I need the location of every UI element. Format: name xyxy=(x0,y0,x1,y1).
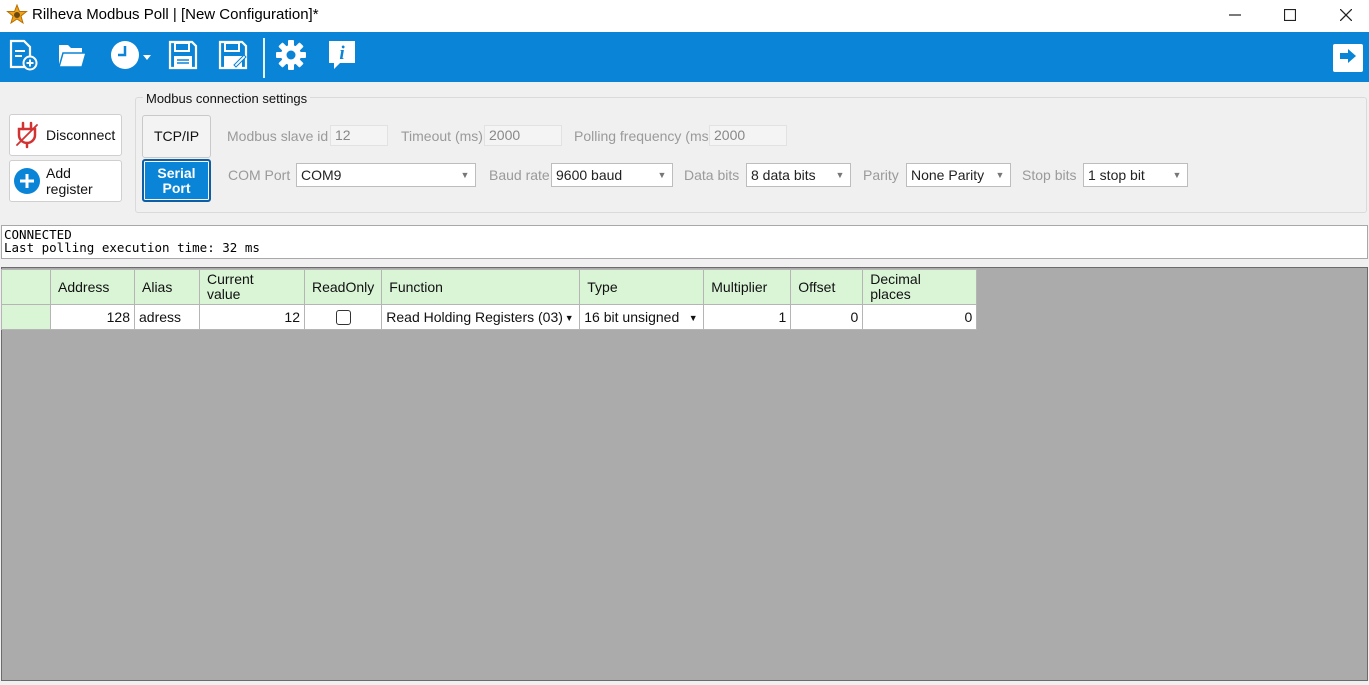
stop-bits-select[interactable]: 1 stop bit ▼ xyxy=(1083,163,1188,187)
timeout-label: Timeout (ms) xyxy=(401,128,483,144)
chevron-down-icon: ▼ xyxy=(835,170,845,180)
svg-text:i: i xyxy=(339,43,345,64)
chevron-down-icon: ▼ xyxy=(1172,170,1182,180)
function-value: Read Holding Registers (03) xyxy=(386,309,563,325)
column-header-offset[interactable]: Offset xyxy=(790,269,864,305)
minimize-button[interactable] xyxy=(1207,0,1263,30)
chevron-down-icon: ▼ xyxy=(657,170,667,180)
save-button[interactable] xyxy=(166,40,200,74)
save-icon xyxy=(168,40,198,75)
clock-icon xyxy=(109,39,141,76)
disconnect-label: Disconnect xyxy=(46,127,116,143)
column-header-address[interactable]: Address xyxy=(50,269,135,305)
data-bits-value: 8 data bits xyxy=(751,167,816,183)
polling-frequency-input[interactable]: 2000 xyxy=(709,125,787,146)
decimal-places-header-line2: places xyxy=(870,286,911,302)
parity-value: None Parity xyxy=(911,167,985,183)
gear-icon xyxy=(275,39,307,76)
stop-bits-label: Stop bits xyxy=(1022,167,1077,183)
table-row[interactable]: 128 adress 12 Read Holding Registers (03… xyxy=(1,304,978,330)
slave-id-label: Modbus slave id xyxy=(227,128,329,144)
connection-settings-group xyxy=(135,97,1367,213)
close-button[interactable] xyxy=(1318,0,1369,30)
polling-history-button[interactable] xyxy=(106,40,154,74)
com-port-value: COM9 xyxy=(301,167,342,183)
column-header-function[interactable]: Function xyxy=(381,269,581,305)
baud-rate-select[interactable]: 9600 baud ▼ xyxy=(551,163,673,187)
open-config-button[interactable] xyxy=(55,40,89,74)
info-button[interactable]: i xyxy=(325,40,359,74)
column-header-current-value[interactable]: Current value xyxy=(199,269,305,305)
column-header-type[interactable]: Type xyxy=(579,269,705,305)
polling-frequency-label: Polling frequency (ms) xyxy=(574,128,714,144)
readonly-checkbox[interactable] xyxy=(335,309,351,325)
disconnect-button[interactable]: Disconnect xyxy=(9,114,122,156)
com-port-label: COM Port xyxy=(228,167,291,183)
parity-label: Parity xyxy=(863,167,899,183)
plus-circle-icon xyxy=(13,167,41,195)
chevron-down-icon[interactable]: ▼ xyxy=(561,310,577,326)
settings-button[interactable] xyxy=(274,39,308,76)
info-icon: i xyxy=(327,39,357,76)
title-bar: Rilheva Modbus Poll | [New Configuration… xyxy=(0,0,1369,32)
column-header-decimal-places[interactable]: Decimal places xyxy=(862,269,978,305)
arrow-right-icon xyxy=(1339,48,1357,68)
serial-port-label-line1: Serial xyxy=(157,164,196,181)
serial-port-button[interactable]: Serial Port xyxy=(142,159,211,202)
tcp-ip-button[interactable]: TCP/IP xyxy=(142,115,211,158)
stop-bits-value: 1 stop bit xyxy=(1088,167,1145,183)
column-header-multiplier[interactable]: Multiplier xyxy=(703,269,792,305)
column-header-readonly[interactable]: ReadOnly xyxy=(303,269,383,305)
column-header-alias[interactable]: Alias xyxy=(134,269,200,305)
connection-settings-title: Modbus connection settings xyxy=(143,91,311,106)
slave-id-input[interactable]: 12 xyxy=(330,125,388,146)
add-register-button[interactable]: Add register xyxy=(9,160,122,202)
multiplier-cell[interactable]: 1 xyxy=(703,304,792,330)
chevron-down-icon[interactable]: ▼ xyxy=(685,310,701,326)
timeout-input[interactable]: 2000 xyxy=(484,125,562,146)
parity-select[interactable]: None Parity ▼ xyxy=(906,163,1011,187)
status-log[interactable]: CONNECTED Last polling execution time: 3… xyxy=(1,225,1368,259)
readonly-cell[interactable] xyxy=(303,304,383,330)
alias-cell[interactable]: adress xyxy=(134,304,200,330)
status-polling-time: Last polling execution time: 32 ms xyxy=(4,240,260,255)
row-header[interactable] xyxy=(1,304,51,330)
chevron-down-icon: ▼ xyxy=(460,170,470,180)
serial-port-label-line2: Port xyxy=(162,179,191,196)
maximize-button[interactable] xyxy=(1262,0,1318,30)
plug-icon xyxy=(13,121,41,149)
type-value: 16 bit unsigned xyxy=(584,309,680,325)
row-header-corner xyxy=(1,269,51,305)
function-cell[interactable]: Read Holding Registers (03) ▼ xyxy=(381,304,581,330)
address-cell[interactable]: 128 xyxy=(50,304,135,330)
offset-cell[interactable]: 0 xyxy=(790,304,864,330)
serial-port-label: Serial Port xyxy=(157,164,196,196)
exit-button[interactable] xyxy=(1333,44,1363,72)
open-folder-icon xyxy=(56,39,88,76)
data-bits-label: Data bits xyxy=(684,167,740,183)
type-cell[interactable]: 16 bit unsigned ▼ xyxy=(579,304,705,330)
dropdown-arrow-icon xyxy=(143,48,151,66)
window-title: Rilheva Modbus Poll | [New Configuration… xyxy=(32,6,319,23)
app-logo-icon xyxy=(6,3,28,26)
baud-rate-value: 9600 baud xyxy=(556,167,623,183)
save-as-button[interactable] xyxy=(216,40,250,74)
save-as-icon xyxy=(218,40,248,75)
chevron-down-icon: ▼ xyxy=(995,170,1005,180)
toolbar-separator xyxy=(263,38,265,78)
new-config-button[interactable] xyxy=(5,39,39,76)
registers-grid: Address Alias Current value ReadOnly Fun… xyxy=(1,269,978,330)
decimal-places-header-line1: Decimal xyxy=(870,271,921,287)
add-register-label: Add register xyxy=(46,165,93,197)
current-value-cell[interactable]: 12 xyxy=(199,304,305,330)
new-document-icon xyxy=(6,39,38,76)
toolbar: i xyxy=(0,32,1369,82)
com-port-select[interactable]: COM9 ▼ xyxy=(296,163,476,187)
decimal-places-cell[interactable]: 0 xyxy=(862,304,978,330)
baud-rate-label: Baud rate xyxy=(489,167,550,183)
data-bits-select[interactable]: 8 data bits ▼ xyxy=(746,163,851,187)
tcp-ip-label: TCP/IP xyxy=(153,128,200,144)
current-value-header-line1: Current xyxy=(207,271,254,287)
current-value-header-line2: value xyxy=(207,286,241,302)
